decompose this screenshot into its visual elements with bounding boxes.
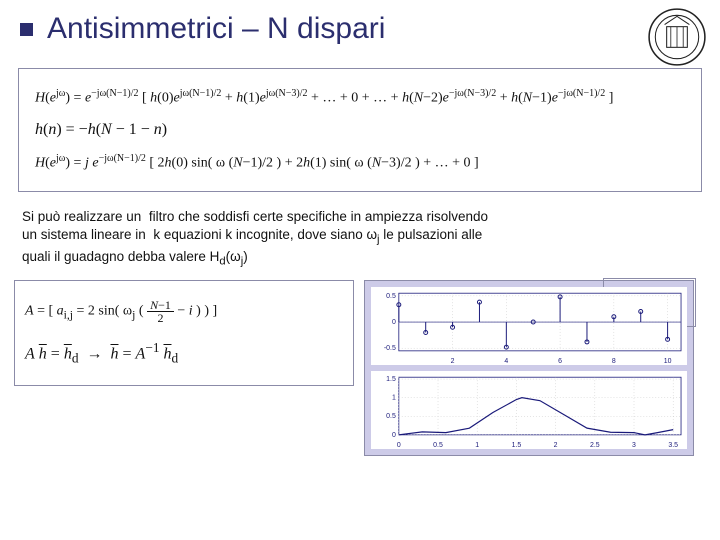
svg-text:2.5: 2.5 (590, 442, 600, 449)
svg-text:3.5: 3.5 (668, 442, 678, 449)
svg-text:0: 0 (392, 319, 396, 326)
svg-text:0.5: 0.5 (386, 293, 396, 300)
svg-text:0.5: 0.5 (433, 442, 443, 449)
equations-box: H(ejω) = e−jω(N−1)/2 [ h(0)ejω(N−1)/2 + … (18, 68, 702, 192)
svg-text:1: 1 (392, 395, 396, 402)
svg-text:0: 0 (392, 432, 396, 439)
university-crest (646, 6, 708, 68)
svg-text:10: 10 (664, 358, 672, 365)
matrix-equation-box: A = [ ai,j = 2 sin( ωj ( N−12 − i ) ) ] … (14, 280, 354, 386)
lower-section: A = [ ai,j = 2 sin( ωj ( N−12 − i ) ) ] … (0, 274, 720, 466)
svg-text:8: 8 (612, 358, 616, 365)
magnitude-plot: 0 0.5 1 1.5 2 2.5 3 3.5 0 0.5 1 1.5 (371, 371, 687, 449)
equation-1: H(ejω) = e−jω(N−1)/2 [ h(0)ejω(N−1)/2 + … (35, 85, 691, 110)
svg-text:6: 6 (558, 358, 562, 365)
equation-2: h(n) = −h(N − 1 − n) (35, 116, 691, 143)
svg-text:4: 4 (504, 358, 508, 365)
description-paragraph: Si può realizzare un filtro che soddisfi… (0, 200, 520, 274)
matrix-equation-2: A h = hd → h = A−1 hd (25, 340, 343, 367)
svg-text:1.5: 1.5 (512, 442, 522, 449)
stem-plot: 2 4 6 8 10 -0.5 0 0.5 (371, 287, 687, 365)
page-title: Antisimmetrici – N dispari (47, 12, 385, 46)
equation-3: H(ejω) = j e−jω(N−1)/2 [ 2h(0) sin( ω (N… (35, 150, 691, 175)
svg-text:0.5: 0.5 (386, 413, 396, 420)
svg-text:3: 3 (632, 442, 636, 449)
matrix-equation-1: A = [ ai,j = 2 sin( ωj ( N−12 − i ) ) ] (25, 299, 343, 324)
svg-text:1.5: 1.5 (386, 376, 396, 383)
svg-text:-0.5: -0.5 (384, 345, 396, 352)
svg-text:2: 2 (554, 442, 558, 449)
svg-text:1: 1 (475, 442, 479, 449)
title-bullet (20, 23, 33, 36)
title-bar: Antisimmetrici – N dispari (0, 0, 720, 54)
plots-panel: 2 4 6 8 10 -0.5 0 0.5 0 0.5 1 1.5 2 2.5 3 3.5 0 0.5 1 1.5 (364, 280, 694, 456)
svg-text:0: 0 (397, 442, 401, 449)
svg-text:2: 2 (451, 358, 455, 365)
